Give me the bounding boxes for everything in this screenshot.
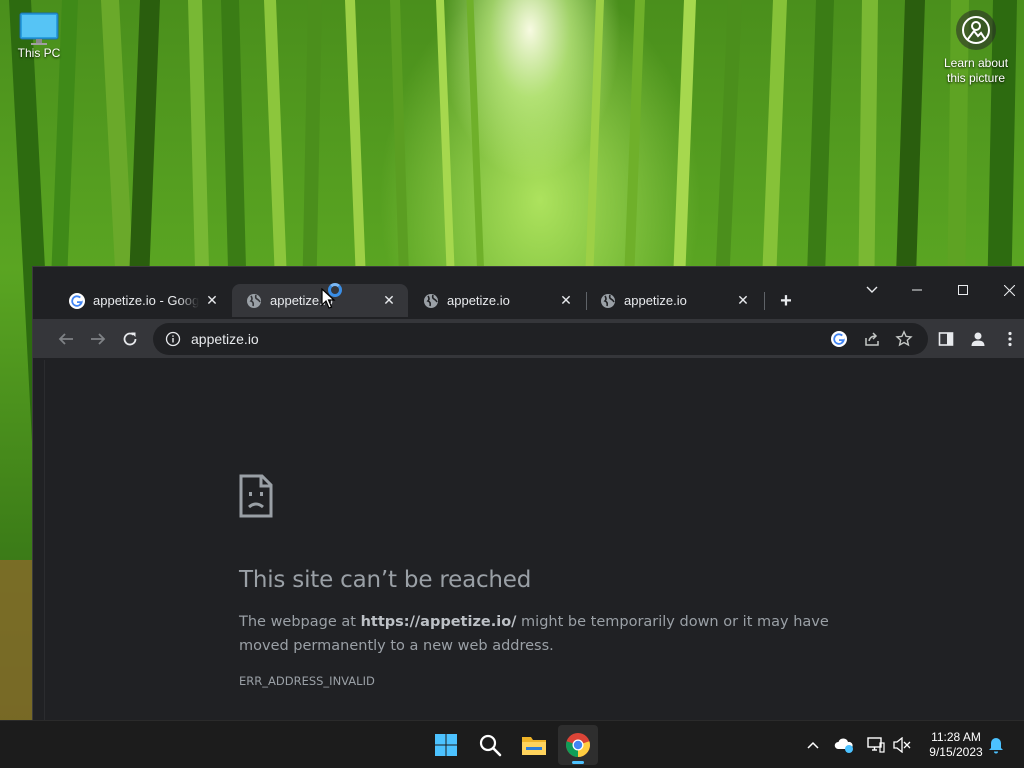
reload-icon <box>123 332 137 346</box>
active-app-indicator <box>572 761 584 764</box>
tab-title: appetize.io <box>447 293 510 308</box>
globe-icon <box>424 293 438 308</box>
menu-button[interactable] <box>996 325 1024 353</box>
clock-date: 9/15/2023 <box>929 745 983 759</box>
error-code: ERR_ADDRESS_INVALID <box>239 674 375 688</box>
address-bar[interactable]: appetize.io <box>153 323 928 355</box>
network-tray-icon[interactable] <box>866 735 886 755</box>
maximize-icon <box>958 285 968 295</box>
close-icon <box>1003 284 1015 296</box>
taskbar-search-button[interactable] <box>470 725 510 765</box>
profile-button[interactable] <box>964 325 992 353</box>
google-lens-icon[interactable] <box>831 331 847 347</box>
back-button[interactable] <box>52 325 80 353</box>
close-icon[interactable]: ✕ <box>734 292 752 310</box>
browser-window: appetize.io - Google Search ✕ appetize.i… <box>32 266 1024 721</box>
new-tab-button[interactable]: + <box>774 289 798 313</box>
start-button[interactable] <box>426 725 466 765</box>
speaker-muted-icon <box>893 737 911 753</box>
bookmark-star-icon[interactable] <box>895 330 913 348</box>
desktop-icon-learn-about-picture[interactable]: Learn about this picture <box>936 10 1016 86</box>
file-explorer-button[interactable] <box>514 725 554 765</box>
more-vert-icon <box>1008 331 1012 347</box>
sad-page-icon <box>239 474 273 518</box>
clock-time: 11:28 AM <box>931 730 981 744</box>
taskbar: 11:28 AM 9/15/2023 <box>0 720 1024 768</box>
cloud-icon <box>834 738 853 753</box>
show-hidden-icons-button[interactable] <box>803 735 823 755</box>
tab-appetize[interactable]: appetize.io ✕ <box>409 284 585 317</box>
notifications-button[interactable] <box>986 735 1006 755</box>
monitor-icon <box>19 12 59 45</box>
camera-icon <box>956 10 996 50</box>
maximize-button[interactable] <box>940 277 986 303</box>
file-explorer-icon <box>522 737 546 755</box>
search-icon <box>479 734 502 757</box>
page-content: This site can’t be reached The webpage a… <box>44 360 1024 721</box>
arrow-left-icon <box>58 333 73 345</box>
close-icon[interactable]: ✕ <box>557 292 575 310</box>
error-body-prefix: The webpage at <box>239 614 361 630</box>
close-window-button[interactable] <box>986 277 1024 303</box>
system-clock[interactable]: 11:28 AM 9/15/2023 <box>918 730 994 760</box>
minimize-icon <box>912 289 922 291</box>
tab-search-button[interactable] <box>849 277 895 303</box>
chevron-down-icon <box>866 286 878 293</box>
error-url: https://appetize.io/ <box>360 614 517 630</box>
tab-title: appetize.io - Google Search <box>93 293 199 308</box>
arrow-right-icon <box>91 333 106 345</box>
browser-toolbar: appetize.io <box>33 319 1024 359</box>
chrome-icon <box>566 733 590 757</box>
close-icon[interactable]: ✕ <box>380 292 398 310</box>
volume-muted-tray-icon[interactable] <box>892 735 912 755</box>
tab-title: appetize.io <box>624 293 687 308</box>
share-icon[interactable] <box>863 330 881 348</box>
error-heading: This site can’t be reached <box>239 567 532 593</box>
chevron-up-icon <box>807 741 819 749</box>
address-text[interactable]: appetize.io <box>191 331 259 347</box>
globe-icon <box>247 293 261 308</box>
side-panel-button[interactable] <box>932 325 960 353</box>
person-icon <box>971 332 985 346</box>
chrome-taskbar-button[interactable] <box>558 725 598 765</box>
globe-icon <box>601 293 615 308</box>
network-icon <box>867 737 885 753</box>
bell-icon <box>989 738 1003 754</box>
info-icon[interactable] <box>165 331 181 347</box>
start-icon <box>435 734 457 756</box>
desktop-icon-label: This PC <box>17 46 61 60</box>
error-description: The webpage at https://appetize.io/ migh… <box>239 610 859 658</box>
desktop-icon-this-pc[interactable]: This PC <box>10 8 68 60</box>
side-panel-icon <box>938 332 954 346</box>
tab-strip: appetize.io - Google Search ✕ appetize.i… <box>33 267 1024 319</box>
tab-appetize[interactable]: appetize.io ✕ <box>586 284 762 317</box>
onedrive-tray-icon[interactable] <box>834 735 854 755</box>
busy-spinner-icon <box>328 283 342 297</box>
desktop-icon-label: Learn about this picture <box>943 56 1009 85</box>
tab-separator <box>764 292 765 310</box>
minimize-button[interactable] <box>894 277 940 303</box>
forward-button[interactable] <box>84 325 112 353</box>
google-icon <box>69 292 85 309</box>
reload-button[interactable] <box>116 325 144 353</box>
tab-google-search[interactable]: appetize.io - Google Search ✕ <box>55 284 231 317</box>
tab-appetize-active[interactable]: appetize.io ✕ <box>232 284 408 317</box>
close-icon[interactable]: ✕ <box>203 292 221 310</box>
